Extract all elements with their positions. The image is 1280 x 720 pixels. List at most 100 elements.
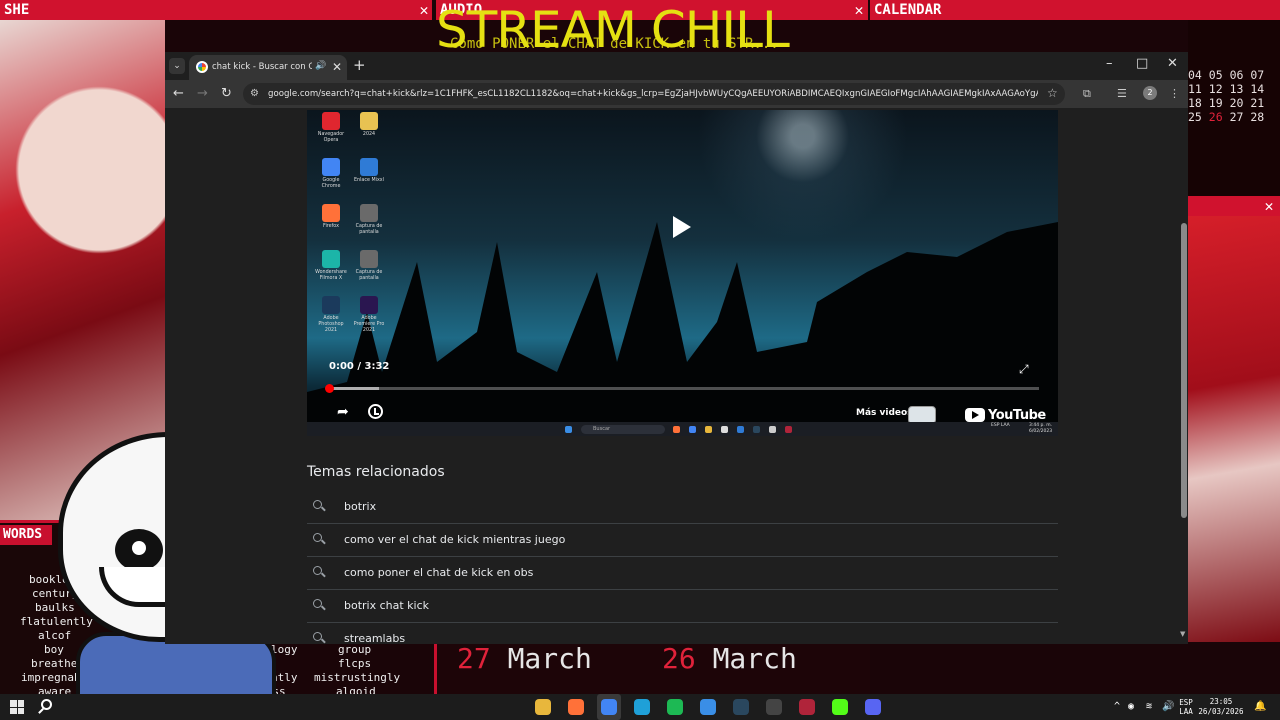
- browser-window: ⌄ chat kick - Buscar con Google 🔊 ✕ + – …: [165, 52, 1188, 644]
- kick-icon[interactable]: [832, 699, 848, 715]
- share-icon[interactable]: ➦: [337, 404, 349, 420]
- related-search-item[interactable]: botrix chat kick: [307, 590, 1058, 623]
- desktop-shortcut-label: Google Chrome: [321, 178, 341, 189]
- video-player[interactable]: Navegador Opera 2024 Google Chrome Enlace M…: [307, 110, 1058, 436]
- calendar-row: 04 05 06 07: [1188, 68, 1280, 82]
- profile-avatar[interactable]: 2: [1143, 86, 1157, 100]
- url-text[interactable]: google.com/search?q=chat+kick&rlz=1C1FHF…: [268, 88, 1038, 100]
- play-icon[interactable]: [673, 216, 691, 238]
- steam-icon[interactable]: [733, 699, 749, 715]
- site-info-icon[interactable]: ⚙: [250, 88, 259, 100]
- edge-icon[interactable]: [634, 699, 650, 715]
- spotify-icon[interactable]: [667, 699, 683, 715]
- video-inner-taskbar: Buscar ESP LAA 3:44 p. m. 6/02/2023: [307, 422, 1058, 436]
- app-icon[interactable]: [700, 699, 716, 715]
- more-videos-label[interactable]: Más videos: [856, 408, 913, 418]
- search-icon[interactable]: [41, 699, 52, 710]
- related-search-item[interactable]: como poner el chat de kick en obs: [307, 557, 1058, 590]
- word-item: mistrustingly: [314, 671, 401, 684]
- close-icon[interactable]: ✕: [417, 3, 431, 18]
- app-icon: [785, 426, 792, 433]
- forward-icon[interactable]: →: [197, 86, 208, 102]
- clock-date[interactable]: 26/03/2026: [1197, 707, 1245, 716]
- inner-search-box: Buscar: [581, 425, 665, 434]
- chevron-up-icon[interactable]: ^: [1114, 701, 1120, 713]
- calendar-day: 12: [1208, 82, 1230, 96]
- notification-icon[interactable]: 🔔: [1254, 701, 1266, 713]
- related-search-item[interactable]: streamlabs: [307, 623, 1058, 644]
- menu-icon[interactable]: ⋮: [1169, 86, 1180, 102]
- app-icon[interactable]: [799, 699, 815, 715]
- calendar-day: 19: [1208, 96, 1230, 110]
- date-label: 26 March: [662, 642, 797, 675]
- desktop-shortcut-icon: [322, 158, 340, 176]
- desktop: SHE ✕ AUDIO ✕ CALENDAR ✕ Como PONER el C…: [0, 0, 1280, 720]
- desktop-shortcut-icon: [322, 112, 340, 130]
- firefox-icon[interactable]: [568, 699, 584, 715]
- progress-knob[interactable]: [325, 384, 334, 393]
- bookmark-star-icon[interactable]: ☆: [1047, 86, 1058, 100]
- browser-tab[interactable]: chat kick - Buscar con Google 🔊 ✕: [189, 55, 347, 80]
- new-tab-button[interactable]: +: [353, 57, 366, 73]
- related-search-item[interactable]: botrix: [307, 491, 1058, 524]
- youtube-wordmark[interactable]: YouTube: [988, 408, 1046, 423]
- clock-time[interactable]: 23:05: [1197, 697, 1245, 706]
- close-window-icon[interactable]: ✕: [1167, 56, 1178, 72]
- toolbar: ← → ↻ ⚙ google.com/search?q=chat+kick&rl…: [165, 80, 1188, 108]
- calendar-day: 27: [1229, 110, 1251, 124]
- close-icon[interactable]: ✕: [852, 3, 866, 18]
- fullscreen-icon[interactable]: ⤢: [1019, 362, 1029, 377]
- folder-icon: [705, 426, 712, 433]
- back-icon[interactable]: ←: [173, 86, 184, 102]
- tab-search-button[interactable]: ⌄: [169, 58, 185, 74]
- google-favicon-icon: [196, 61, 208, 73]
- app-icon: [753, 426, 760, 433]
- calendar-row: 18 19 20 21: [1188, 96, 1280, 110]
- desktop-shortcut-label: Firefox: [323, 224, 339, 229]
- maximize-icon[interactable]: □: [1136, 56, 1148, 72]
- page-scrollbar[interactable]: ▼: [1180, 108, 1188, 644]
- search-icon: [313, 500, 322, 509]
- search-icon: [313, 533, 322, 542]
- related-search-item[interactable]: como ver el chat de kick mientras juego: [307, 524, 1058, 557]
- anime-character-art-right: [1188, 212, 1280, 642]
- calendar-day: 21: [1250, 96, 1265, 110]
- youtube-logo-icon[interactable]: [965, 408, 985, 422]
- windows-start-icon[interactable]: [10, 700, 24, 714]
- desktop-shortcut-icon: [360, 158, 378, 176]
- calendar-day: 14: [1250, 82, 1265, 96]
- volume-icon[interactable]: 🔊: [1162, 701, 1174, 713]
- minimize-icon[interactable]: –: [1106, 56, 1113, 72]
- speaker-icon[interactable]: 🔊: [315, 61, 326, 71]
- scroll-down-arrow[interactable]: ▼: [1180, 630, 1185, 638]
- calendar-day: 04: [1188, 68, 1209, 82]
- wifi-icon[interactable]: ≋: [1146, 701, 1152, 713]
- media-control-icon[interactable]: ☰: [1117, 86, 1127, 102]
- video-progress-bar[interactable]: [325, 384, 1039, 393]
- calendar-day: 20: [1229, 96, 1251, 110]
- search-icon: [313, 632, 322, 641]
- file-explorer-icon[interactable]: [535, 699, 551, 715]
- calendar-row: 11 12 13 14: [1188, 82, 1280, 96]
- inner-clock: 3:44 p. m. 6/02/2023: [1029, 423, 1053, 434]
- reload-icon[interactable]: ↻: [221, 86, 232, 102]
- watch-later-icon[interactable]: [368, 404, 383, 419]
- extensions-icon[interactable]: ⧉: [1083, 86, 1091, 102]
- chrome-icon: [689, 426, 696, 433]
- related-topics-heading: Temas relacionados: [307, 464, 445, 480]
- word-item: group: [338, 643, 372, 656]
- close-icon[interactable]: ✕: [1262, 199, 1276, 214]
- discord-icon[interactable]: [865, 699, 881, 715]
- address-bar[interactable]: ⚙ google.com/search?q=chat+kick&rlz=1C1F…: [243, 83, 1065, 105]
- calendar-day: 28: [1250, 110, 1265, 124]
- chrome-icon[interactable]: [601, 699, 617, 715]
- windows-icon: [565, 426, 572, 433]
- scroll-thumb[interactable]: [1181, 223, 1187, 518]
- close-tab-icon[interactable]: ✕: [332, 60, 342, 74]
- tray-app-icon[interactable]: ◉: [1128, 701, 1134, 713]
- desktop-shortcut-icon: [360, 112, 378, 130]
- search-icon: [313, 566, 322, 575]
- language-indicator[interactable]: ESP LAA: [1176, 698, 1196, 716]
- obs-icon[interactable]: [766, 699, 782, 715]
- desktop-shortcut-icon: [322, 296, 340, 314]
